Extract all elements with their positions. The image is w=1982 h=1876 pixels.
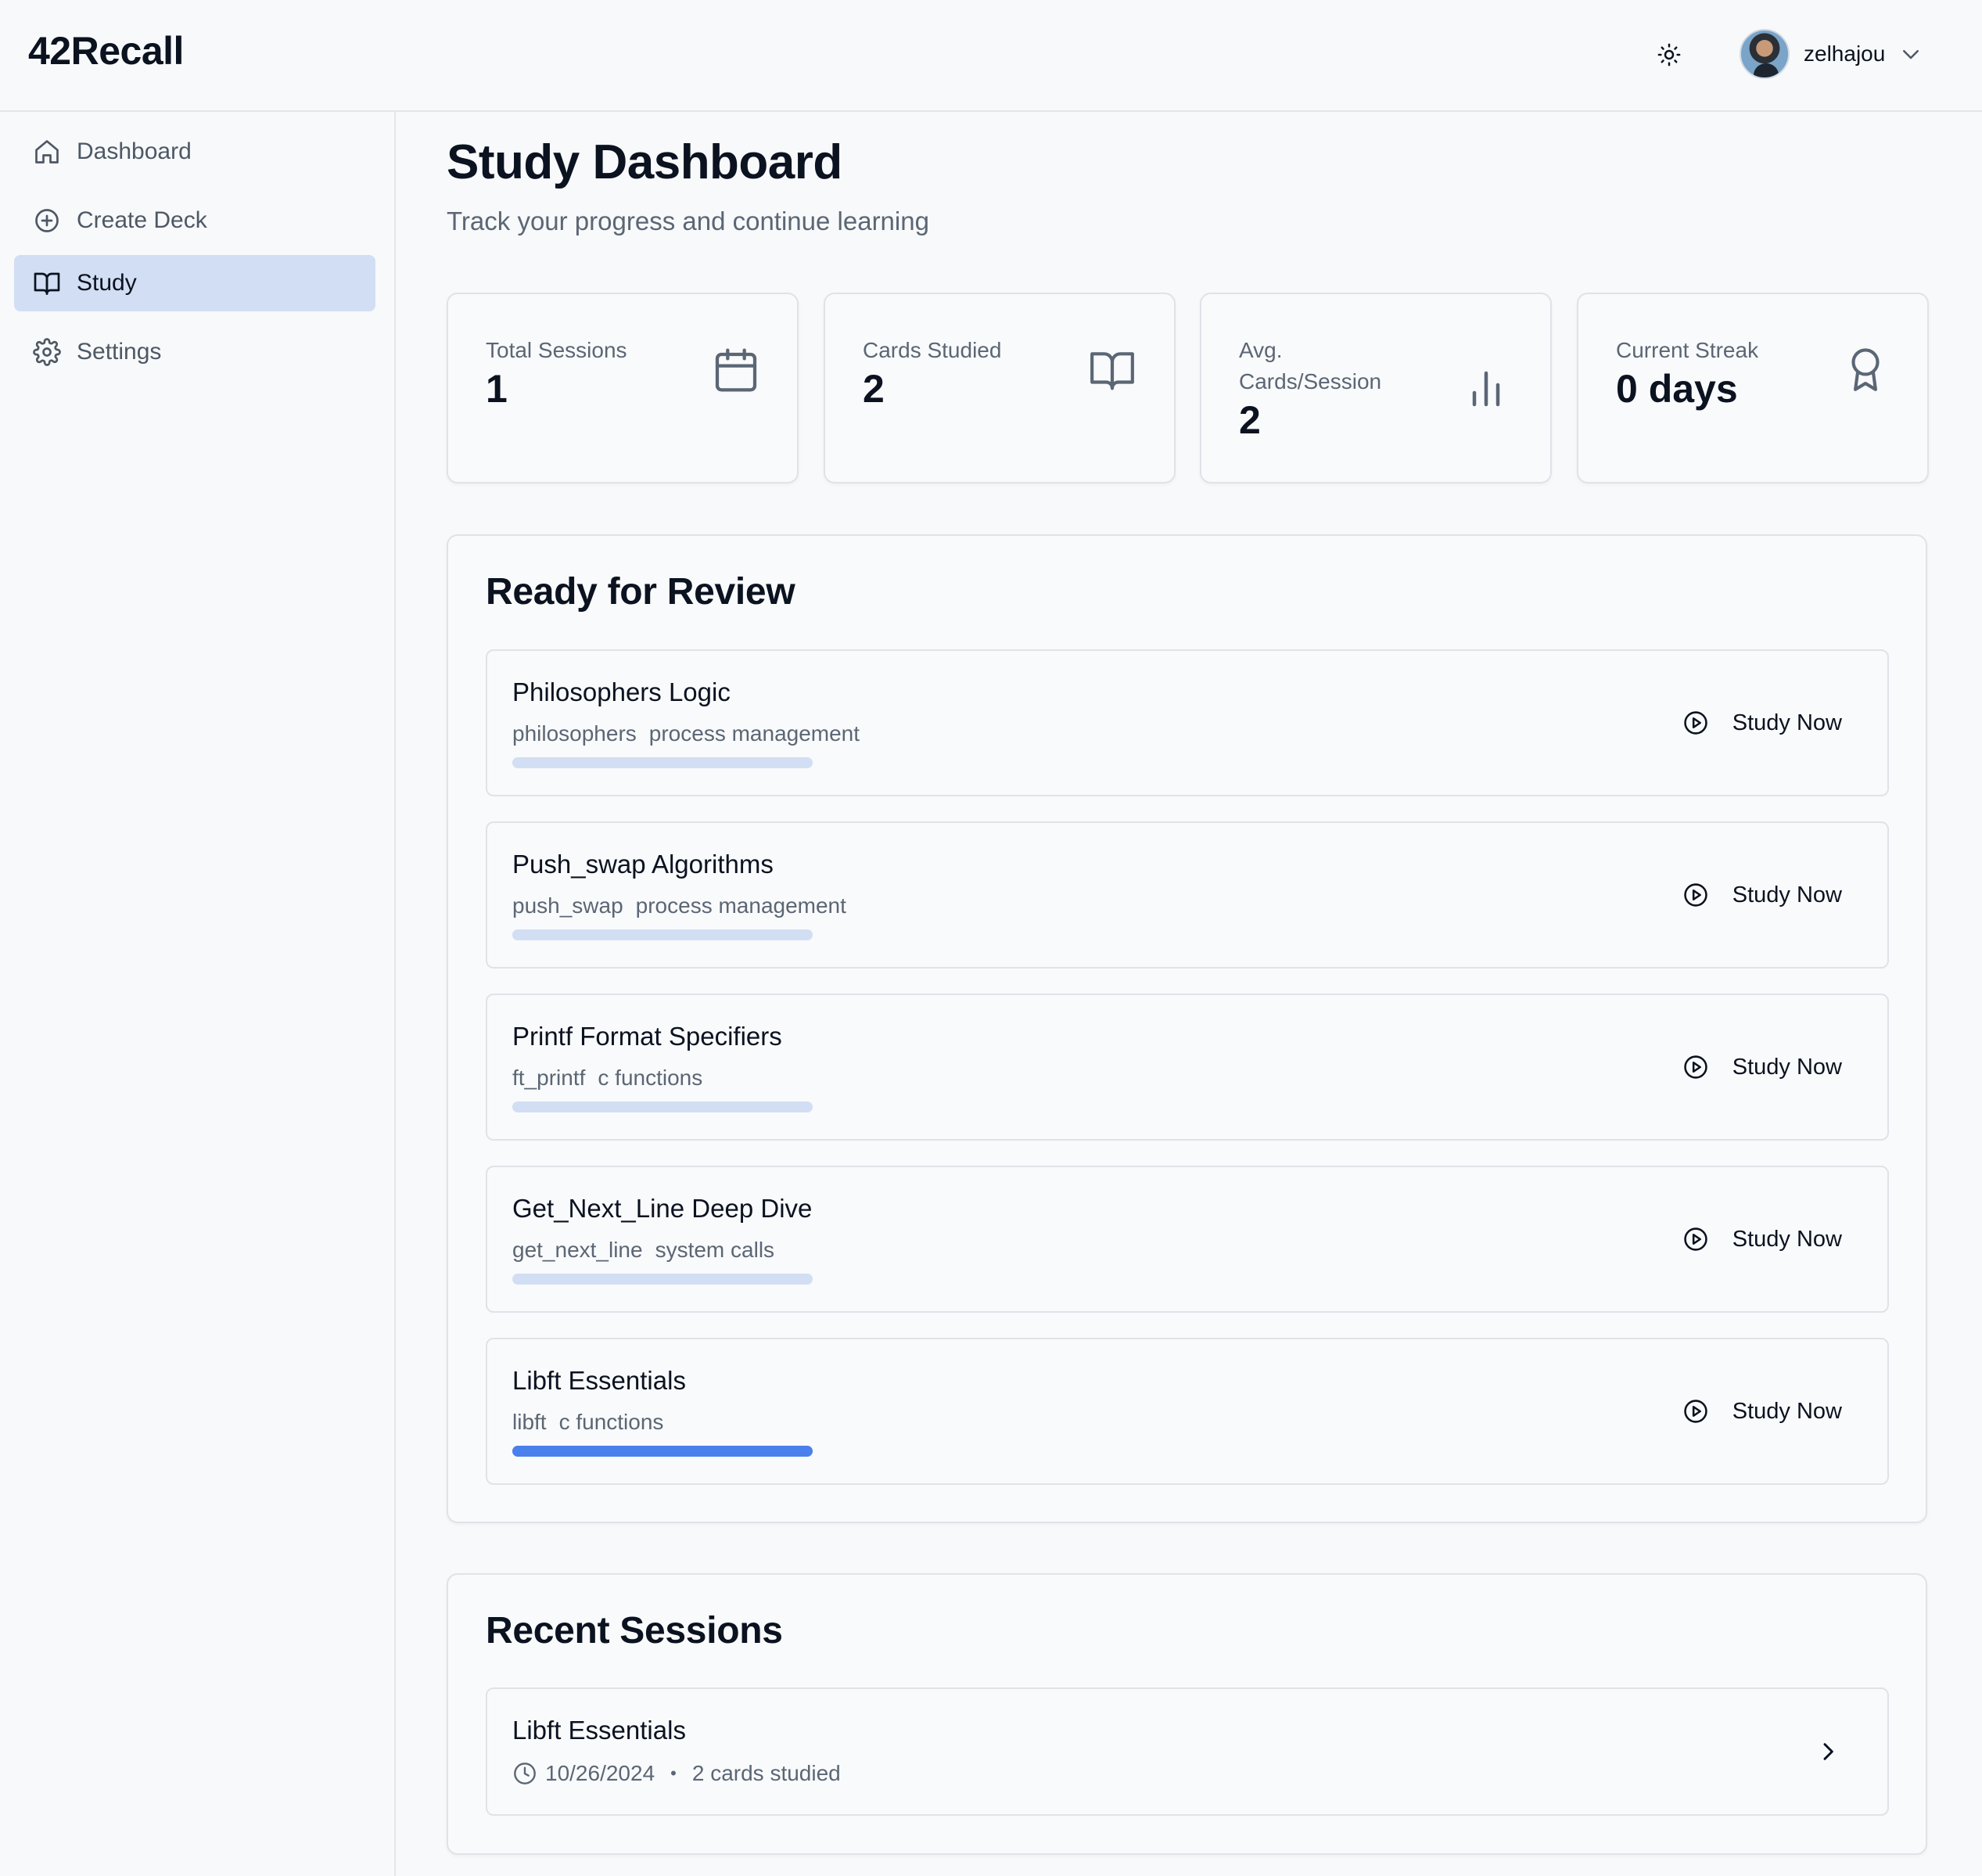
play-circle-icon — [1684, 883, 1707, 907]
chevron-down-icon — [1903, 50, 1919, 59]
gear-icon — [33, 338, 61, 366]
session-date: 10/26/2024 — [545, 1761, 655, 1785]
play-circle-icon — [1684, 1227, 1707, 1251]
stat-value: 0 days — [1616, 367, 1738, 411]
deck-tags: philosophers process management — [512, 721, 860, 746]
bar-chart-icon — [1472, 371, 1500, 407]
session-meta: 10/26/2024 • 2 cards studied — [512, 1761, 841, 1786]
deck-title: Philosophers Logic — [512, 677, 731, 706]
sidebar-item-label: Dashboard — [77, 138, 192, 164]
deck-tags: push_swap process management — [512, 893, 846, 918]
stat-value: 2 — [1239, 398, 1261, 442]
recent-sessions-panel: Recent Sessions Libft Essentials 10/26/2… — [447, 1573, 1927, 1855]
deck-row: Push_swap Algorithms push_swap process m… — [486, 821, 1889, 969]
tag: c functions — [598, 1066, 703, 1090]
progress-bar — [512, 1274, 813, 1285]
username: zelhajou — [1804, 41, 1886, 66]
tag: push_swap — [512, 893, 623, 918]
sidebar: Dashboard Create Deck Study Settings — [0, 112, 396, 1876]
sidebar-item-study[interactable]: Study — [14, 255, 375, 311]
deck-tags: libft c functions — [512, 1410, 663, 1435]
tag: philosophers — [512, 721, 637, 746]
home-icon — [35, 140, 59, 164]
study-now-button[interactable]: Study Now — [1671, 698, 1853, 748]
study-now-button[interactable]: Study Now — [1671, 1042, 1853, 1092]
study-now-button[interactable]: Study Now — [1671, 1386, 1853, 1436]
chevron-right-icon — [1823, 1743, 1833, 1760]
separator-dot: • — [670, 1763, 677, 1783]
deck-row: Philosophers Logic philosophers process … — [486, 649, 1889, 796]
award-icon — [1851, 348, 1880, 391]
deck-row: Printf Format Specifiers ft_printf c fun… — [486, 994, 1889, 1141]
progress-bar-fill — [512, 1446, 813, 1457]
deck-tags: get_next_line system calls — [512, 1238, 774, 1263]
calendar-icon — [715, 348, 757, 392]
session-cards: 2 cards studied — [691, 1761, 841, 1785]
stat-card-cards-studied: Cards Studied 2 — [824, 293, 1176, 483]
sidebar-item-settings[interactable]: Settings — [14, 324, 375, 380]
user-menu[interactable]: zelhajou — [1740, 28, 1923, 80]
stat-card-total-sessions: Total Sessions 1 — [447, 293, 799, 483]
page-subtitle: Track your progress and continue learnin… — [447, 207, 929, 235]
deck-title: Libft Essentials — [512, 1366, 686, 1395]
stat-label: Cards Studied — [863, 338, 1002, 362]
session-row[interactable]: Libft Essentials 10/26/2024 • 2 cards st… — [486, 1687, 1889, 1816]
study-now-label: Study Now — [1732, 882, 1842, 907]
deck-tags: ft_printf c functions — [512, 1066, 702, 1091]
page-title: Study Dashboard — [447, 135, 842, 189]
book-open-icon — [34, 272, 60, 295]
sidebar-item-label: Study — [77, 270, 137, 296]
section-title: Recent Sessions — [486, 1610, 783, 1651]
deck-row: Get_Next_Line Deep Dive get_next_line sy… — [486, 1166, 1889, 1313]
study-now-button[interactable]: Study Now — [1671, 870, 1853, 920]
stat-label: Total Sessions — [486, 338, 627, 362]
sidebar-item-dashboard[interactable]: Dashboard — [14, 124, 375, 180]
progress-bar — [512, 929, 813, 940]
book-open-icon — [1090, 352, 1134, 390]
deck-title: Push_swap Algorithms — [512, 850, 774, 879]
session-title: Libft Essentials — [512, 1716, 686, 1745]
tag: c functions — [558, 1410, 664, 1434]
tag: libft — [512, 1410, 547, 1434]
progress-bar — [512, 757, 813, 768]
stat-label: Current Streak — [1616, 338, 1759, 362]
deck-row: Libft Essentials libft c functions Study… — [486, 1338, 1889, 1485]
play-circle-icon — [1684, 1400, 1707, 1423]
section-title: Ready for Review — [486, 571, 795, 613]
stat-card-current-streak: Current Streak 0 days — [1577, 293, 1929, 483]
tag: process management — [648, 721, 860, 746]
app-logo[interactable]: 42Recall — [28, 28, 184, 74]
play-circle-icon — [1684, 1055, 1707, 1079]
stat-value: 2 — [863, 367, 885, 411]
stat-label: Avg. Cards/Session — [1239, 338, 1382, 394]
study-now-label: Study Now — [1732, 710, 1842, 735]
sidebar-item-create-deck[interactable]: Create Deck — [14, 192, 375, 249]
progress-bar — [512, 1446, 813, 1457]
tag: system calls — [655, 1238, 775, 1262]
ready-for-review-panel: Ready for Review Philosophers Logic phil… — [447, 534, 1927, 1523]
sidebar-item-label: Settings — [77, 339, 162, 365]
study-now-button[interactable]: Study Now — [1671, 1214, 1853, 1264]
tag: process management — [635, 893, 846, 918]
clock-icon — [514, 1763, 536, 1784]
sun-icon — [1657, 43, 1681, 66]
deck-title: Get_Next_Line Deep Dive — [512, 1194, 813, 1223]
top-bar: 42Recall zelhajou — [0, 0, 1982, 112]
stat-value: 1 — [486, 367, 508, 411]
theme-toggle-button[interactable] — [1646, 34, 1693, 75]
study-now-label: Study Now — [1732, 1398, 1842, 1424]
plus-circle-icon — [35, 209, 59, 232]
play-circle-icon — [1684, 711, 1707, 735]
deck-title: Printf Format Specifiers — [512, 1022, 782, 1051]
study-now-label: Study Now — [1732, 1054, 1842, 1080]
sidebar-item-label: Create Deck — [77, 207, 207, 233]
avatar — [1740, 29, 1790, 79]
tag: ft_printf — [512, 1066, 586, 1090]
study-now-label: Study Now — [1732, 1226, 1842, 1252]
tag: get_next_line — [512, 1238, 643, 1262]
progress-bar — [512, 1102, 813, 1112]
stat-card-avg-cards: Avg. Cards/Session 2 — [1200, 293, 1552, 483]
